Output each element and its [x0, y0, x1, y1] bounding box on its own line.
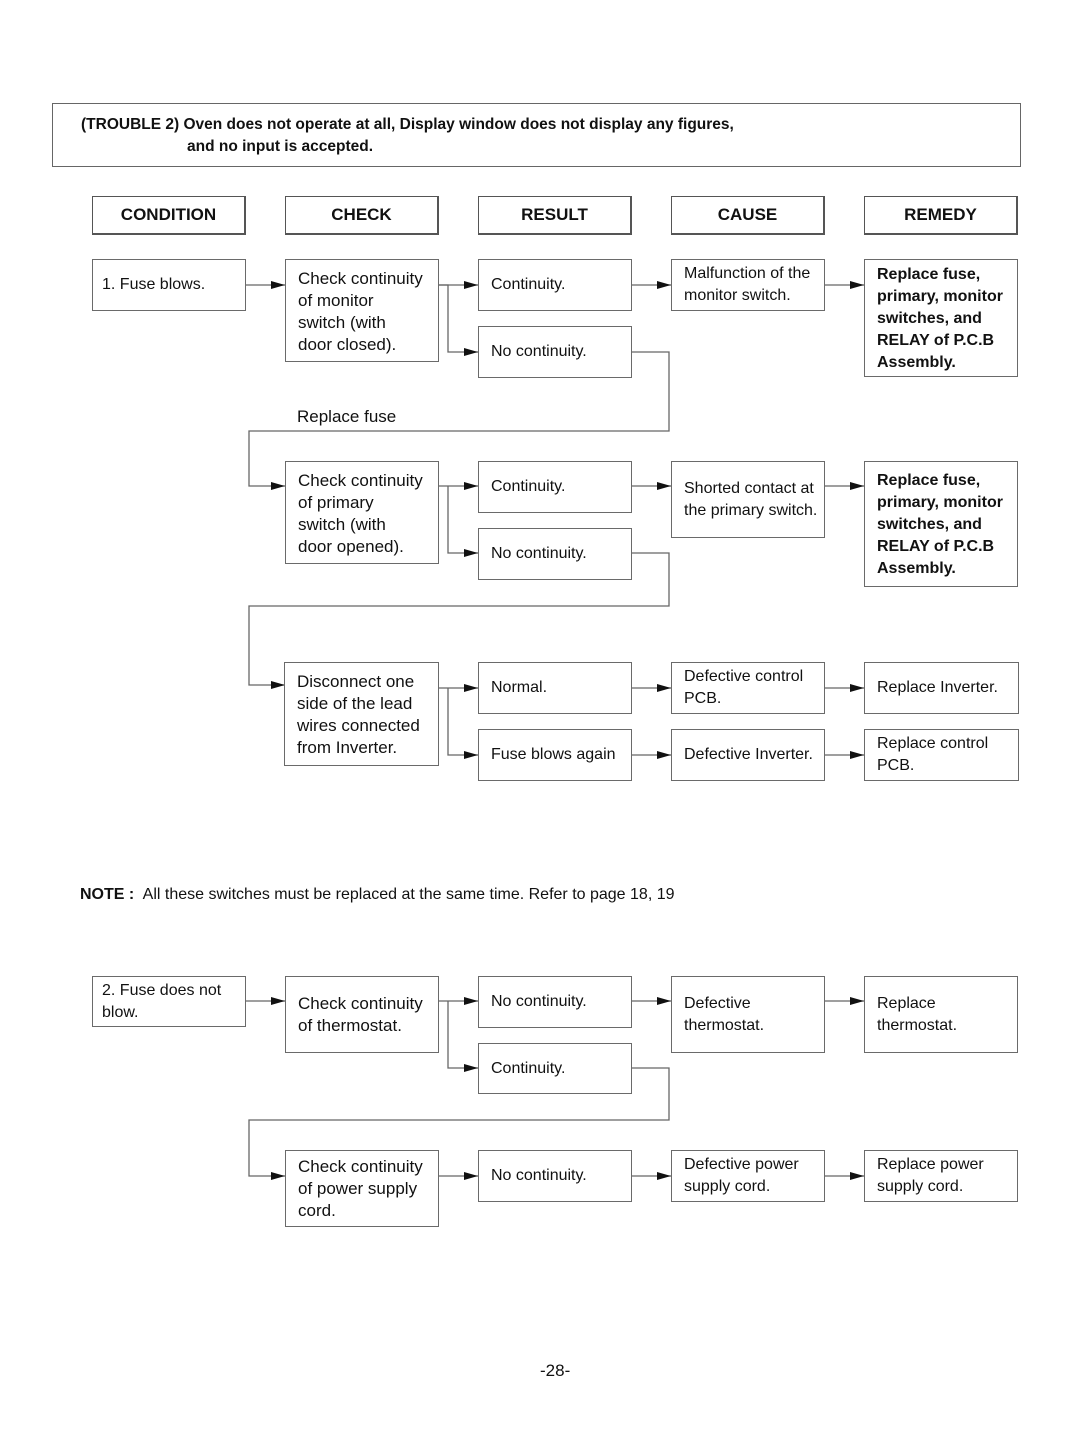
remedy-replace-inverter: Replace Inverter.: [864, 662, 1019, 714]
cause-monitor-switch: Malfunction of the monitor switch.: [671, 259, 825, 311]
branch-check3: [447, 688, 478, 759]
condition-fuse-blows: 1. Fuse blows.: [92, 259, 246, 311]
cause-defective-power-cord: Defective power supply cord.: [671, 1150, 825, 1202]
result-no-continuity-thermostat: No continuity.: [478, 976, 632, 1028]
branch-check2: [447, 486, 478, 557]
note-text: All these switches must be replaced at t…: [142, 886, 675, 903]
result-continuity-1: Continuity.: [478, 259, 632, 311]
cause-defective-thermostat: Defective thermostat.: [671, 976, 825, 1053]
result-no-continuity-cord: No continuity.: [478, 1150, 632, 1202]
result-no-continuity-1: No continuity.: [478, 326, 632, 378]
check-thermostat: Check continuity of thermostat.: [285, 976, 439, 1053]
remedy-replace-thermostat: Replace thermostat.: [864, 976, 1018, 1053]
check-disconnect-inverter: Disconnect one side of the lead wires co…: [284, 662, 439, 766]
cause-shorted-contact: Shorted contact at the primary switch.: [671, 461, 825, 538]
note-label: NOTE :: [80, 886, 135, 903]
result-normal: Normal.: [478, 662, 632, 714]
remedy-replace-fuse-2: Replace fuse, primary, monitor switches,…: [864, 461, 1018, 587]
result-fuse-blows-again: Fuse blows again: [478, 729, 632, 781]
branch-check1: [439, 284, 478, 356]
replace-fuse-label: Replace fuse: [297, 407, 397, 426]
remedy-replace-power-cord: Replace power supply cord.: [864, 1150, 1018, 1202]
cause-defective-inverter: Defective Inverter.: [671, 729, 825, 781]
remedy-replace-control-pcb: Replace control PCB.: [864, 729, 1019, 781]
cause-defective-control-pcb: Defective control PCB.: [671, 662, 825, 714]
page-number: -28-: [540, 1361, 571, 1380]
check-primary-switch: Check continuity of primary switch (with…: [285, 461, 439, 564]
branch-thermo: [447, 1001, 478, 1072]
result-continuity-thermostat: Continuity.: [478, 1043, 632, 1094]
flow-connectors: [246, 281, 864, 1180]
check-power-supply-cord: Check continuity of power supply cord.: [285, 1150, 439, 1227]
result-continuity-2: Continuity.: [478, 461, 632, 513]
note: NOTE : All these switches must be replac…: [80, 886, 675, 904]
remedy-replace-fuse-1: Replace fuse, primary, monitor switches,…: [864, 259, 1018, 377]
result-no-continuity-2: No continuity.: [478, 528, 632, 580]
condition-fuse-does-not-blow: 2. Fuse does not blow.: [92, 976, 246, 1027]
check-monitor-switch: Check continuity of monitor switch (with…: [285, 259, 439, 362]
